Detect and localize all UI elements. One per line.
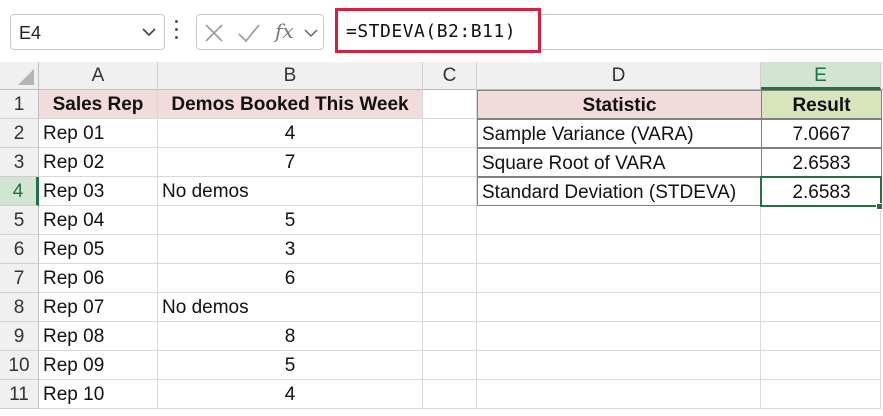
cell-a7[interactable]: Rep 06 bbox=[39, 264, 158, 293]
cell-e11[interactable] bbox=[761, 380, 881, 409]
confirm-icon[interactable] bbox=[237, 23, 261, 43]
cell-e7[interactable] bbox=[761, 264, 881, 293]
cell-b5[interactable]: 5 bbox=[158, 206, 423, 235]
cell-a9[interactable]: Rep 08 bbox=[39, 322, 158, 351]
cell-c11[interactable] bbox=[423, 380, 477, 409]
row-header[interactable]: 6 bbox=[0, 235, 39, 264]
row-header[interactable]: 1 bbox=[0, 90, 39, 119]
cell-e6[interactable] bbox=[761, 235, 881, 264]
cell-c9[interactable] bbox=[423, 322, 477, 351]
cell-e2[interactable]: 7.0667 bbox=[761, 119, 882, 148]
cell-a6[interactable]: Rep 05 bbox=[39, 235, 158, 264]
cell-e8[interactable] bbox=[761, 293, 881, 322]
row-header[interactable]: 2 bbox=[0, 119, 39, 148]
name-box[interactable]: E4 bbox=[10, 14, 165, 50]
cell-a5[interactable]: Rep 04 bbox=[39, 206, 158, 235]
row-header[interactable]: 11 bbox=[0, 380, 39, 409]
cell-d10[interactable] bbox=[477, 351, 761, 380]
cell-a1[interactable]: Sales Rep bbox=[39, 90, 158, 119]
cell-e1[interactable]: Result bbox=[761, 90, 882, 119]
formula-input[interactable]: =STDEVA(B2:B11) bbox=[335, 8, 541, 53]
cell-b11[interactable]: 4 bbox=[158, 380, 423, 409]
cell-a10[interactable]: Rep 09 bbox=[39, 351, 158, 380]
cell-c3[interactable] bbox=[423, 148, 477, 177]
name-box-value: E4 bbox=[19, 23, 42, 43]
cell-a2[interactable]: Rep 01 bbox=[39, 119, 158, 148]
cancel-icon[interactable] bbox=[203, 23, 225, 43]
cell-e10[interactable] bbox=[761, 351, 881, 380]
expand-chevron-icon[interactable] bbox=[303, 25, 319, 41]
cell-c4[interactable] bbox=[423, 177, 477, 206]
column-header-c[interactable]: C bbox=[423, 62, 477, 90]
cell-e5[interactable] bbox=[761, 206, 881, 235]
cell-d7[interactable] bbox=[477, 264, 761, 293]
row-header[interactable]: 3 bbox=[0, 148, 39, 177]
column-header-a[interactable]: A bbox=[39, 62, 158, 90]
cell-a3[interactable]: Rep 02 bbox=[39, 148, 158, 177]
row-header[interactable]: 8 bbox=[0, 293, 39, 322]
cell-a8[interactable]: Rep 07 bbox=[39, 293, 158, 322]
cell-e9[interactable] bbox=[761, 322, 881, 351]
cell-b9[interactable]: 8 bbox=[158, 322, 423, 351]
row-header[interactable]: 9 bbox=[0, 322, 39, 351]
cell-b4[interactable]: No demos bbox=[158, 177, 423, 206]
more-options-icon[interactable] bbox=[174, 20, 180, 42]
cell-b6[interactable]: 3 bbox=[158, 235, 423, 264]
column-header-e[interactable]: E bbox=[761, 62, 881, 90]
cell-e3[interactable]: 2.6583 bbox=[761, 148, 882, 177]
cell-c10[interactable] bbox=[423, 351, 477, 380]
row-header[interactable]: 5 bbox=[0, 206, 39, 235]
formula-controls: fx bbox=[196, 14, 324, 50]
cell-b10[interactable]: 5 bbox=[158, 351, 423, 380]
cell-d6[interactable] bbox=[477, 235, 761, 264]
insert-function-icon[interactable]: fx bbox=[275, 19, 294, 43]
cell-b7[interactable]: 6 bbox=[158, 264, 423, 293]
cell-a11[interactable]: Rep 10 bbox=[39, 380, 158, 409]
cell-d3[interactable]: Square Root of VARA bbox=[477, 148, 762, 177]
cell-b8[interactable]: No demos bbox=[158, 293, 423, 322]
cell-c7[interactable] bbox=[423, 264, 477, 293]
cell-c2[interactable] bbox=[423, 119, 477, 148]
row-header[interactable]: 10 bbox=[0, 351, 39, 380]
chevron-down-icon[interactable] bbox=[140, 23, 158, 41]
cell-d8[interactable] bbox=[477, 293, 761, 322]
cell-d1[interactable]: Statistic bbox=[477, 90, 762, 119]
select-all-corner[interactable] bbox=[0, 62, 39, 90]
column-header-b[interactable]: B bbox=[158, 62, 423, 90]
column-header-d[interactable]: D bbox=[477, 62, 761, 90]
cell-c8[interactable] bbox=[423, 293, 477, 322]
cell-d11[interactable] bbox=[477, 380, 761, 409]
row-header[interactable]: 7 bbox=[0, 264, 39, 293]
formula-text: =STDEVA(B2:B11) bbox=[346, 21, 517, 42]
cell-c1[interactable] bbox=[423, 90, 477, 119]
cell-b2[interactable]: 4 bbox=[158, 119, 423, 148]
cell-a4[interactable]: Rep 03 bbox=[39, 177, 158, 206]
cell-d4[interactable]: Standard Deviation (STDEVA) bbox=[477, 177, 762, 206]
active-cell-outline bbox=[760, 176, 882, 207]
cell-d9[interactable] bbox=[477, 322, 761, 351]
cell-b1[interactable]: Demos Booked This Week bbox=[158, 90, 423, 119]
cell-c6[interactable] bbox=[423, 235, 477, 264]
cell-b3[interactable]: 7 bbox=[158, 148, 423, 177]
fill-handle[interactable] bbox=[876, 203, 883, 210]
cell-d2[interactable]: Sample Variance (VARA) bbox=[477, 119, 762, 148]
row-header[interactable]: 4 bbox=[0, 177, 39, 206]
cell-d5[interactable] bbox=[477, 206, 761, 235]
formula-bar-extension[interactable] bbox=[541, 14, 883, 50]
formula-bar-area: E4 fx =STDEVA(B2:B11) bbox=[0, 0, 883, 62]
cell-c5[interactable] bbox=[423, 206, 477, 235]
